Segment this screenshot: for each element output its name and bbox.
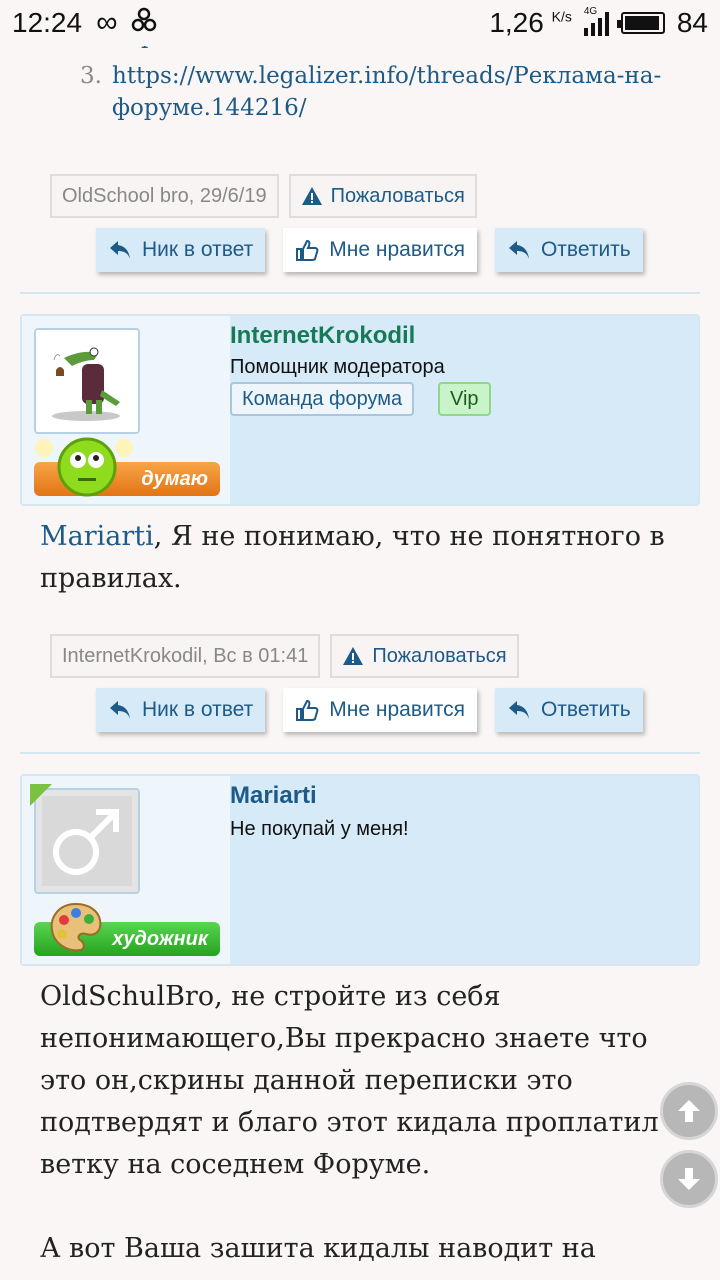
like-button[interactable]: Мне нравится (283, 688, 477, 732)
post-author-date: OldSchool bro , 29/6/19 (50, 174, 279, 218)
meta-author-link[interactable]: InternetKrokodil (62, 645, 202, 668)
user-info-block: художник Mariarti Не покупай у меня! (20, 774, 700, 966)
post-actions: Ник в ответ Мне нравится Ответить (96, 688, 643, 732)
report-button[interactable]: Пожаловаться (330, 634, 519, 678)
scroll-down-button[interactable] (660, 1150, 718, 1208)
avatar[interactable] (34, 328, 140, 434)
crocodile-avatar-icon (36, 330, 138, 432)
post-message: Mariarti, Я не понимаю, что не понятного… (40, 516, 690, 600)
meta-date[interactable]: , Вс в 01:41 (202, 645, 308, 668)
post-meta: OldSchool bro , 29/6/19 Пожаловаться (50, 174, 477, 218)
post-paragraph: А вот Ваша зашита кидалы наводит на (40, 1233, 596, 1264)
team-badge: Команда форума (230, 382, 415, 416)
smiley-thinking-icon (57, 437, 117, 497)
list-link[interactable]: https://www.legalizer.info/threads/Рекла… (112, 60, 692, 124)
thumbs-up-icon (296, 699, 319, 721)
arrow-up-icon (678, 1100, 700, 1122)
user-title: Помощник модератора (230, 356, 445, 378)
arrow-down-icon (678, 1168, 700, 1190)
signal-icon: 4G (583, 6, 609, 36)
meta-date[interactable]: , 29/6/19 (189, 185, 267, 208)
nick-reply-button[interactable]: Ник в ответ (96, 688, 266, 732)
reply-arrow-icon (508, 701, 529, 719)
post-meta: InternetKrokodil , Вс в 01:41 Пожаловать… (50, 634, 519, 678)
post-actions: Ник в ответ Мне нравится Ответить (96, 228, 643, 272)
reply-arrow-icon (508, 241, 529, 259)
username[interactable]: Mariarti (230, 782, 317, 810)
user-info-block: думаю InternetKrokodil Помощник модерато… (20, 314, 700, 506)
palette-icon (50, 902, 102, 952)
post-message: OldSchulBro, не стройте из себя непонима… (40, 976, 680, 1270)
report-button[interactable]: Пожаловаться (288, 174, 477, 218)
reply-button[interactable]: Ответить (494, 688, 643, 732)
post-divider (20, 752, 700, 754)
network-speed: 1,26 K/s (489, 7, 572, 38)
user-title: Не покупай у меня! (230, 818, 409, 840)
battery-icon (616, 12, 665, 34)
username[interactable]: InternetKrokodil (230, 322, 415, 350)
like-button[interactable]: Мне нравится (283, 228, 477, 272)
warning-icon (343, 647, 364, 665)
reply-arrow-icon (110, 241, 130, 259)
list-number: 3. (80, 63, 102, 89)
online-indicator (30, 784, 52, 806)
link-icon (131, 7, 157, 40)
post-divider (20, 292, 700, 294)
clock: 12:24 (12, 7, 83, 38)
infinity-icon: ∞ (96, 6, 118, 39)
warning-icon (301, 187, 322, 205)
reply-button[interactable]: Ответить (494, 228, 643, 272)
nick-reply-button[interactable]: Ник в ответ (96, 228, 266, 272)
vip-badge: Vip (438, 382, 491, 416)
reply-arrow-icon (110, 701, 130, 719)
thumbs-up-icon (296, 239, 319, 261)
user-avatar-pane: художник (22, 776, 230, 964)
post-paragraph: OldSchulBro, не стройте из себя непонима… (40, 981, 659, 1180)
user-avatar-pane: думаю (22, 316, 230, 504)
meta-author-link[interactable]: OldSchool bro (62, 185, 189, 208)
mention-link[interactable]: Mariarti (40, 521, 154, 552)
scroll-up-button[interactable] (660, 1082, 718, 1140)
post-author-date: InternetKrokodil , Вс в 01:41 (50, 634, 321, 678)
status-bar: 12:24 ∞ 1,26 K/s 4G 84 (0, 0, 720, 46)
battery-level: 84 (676, 7, 708, 38)
